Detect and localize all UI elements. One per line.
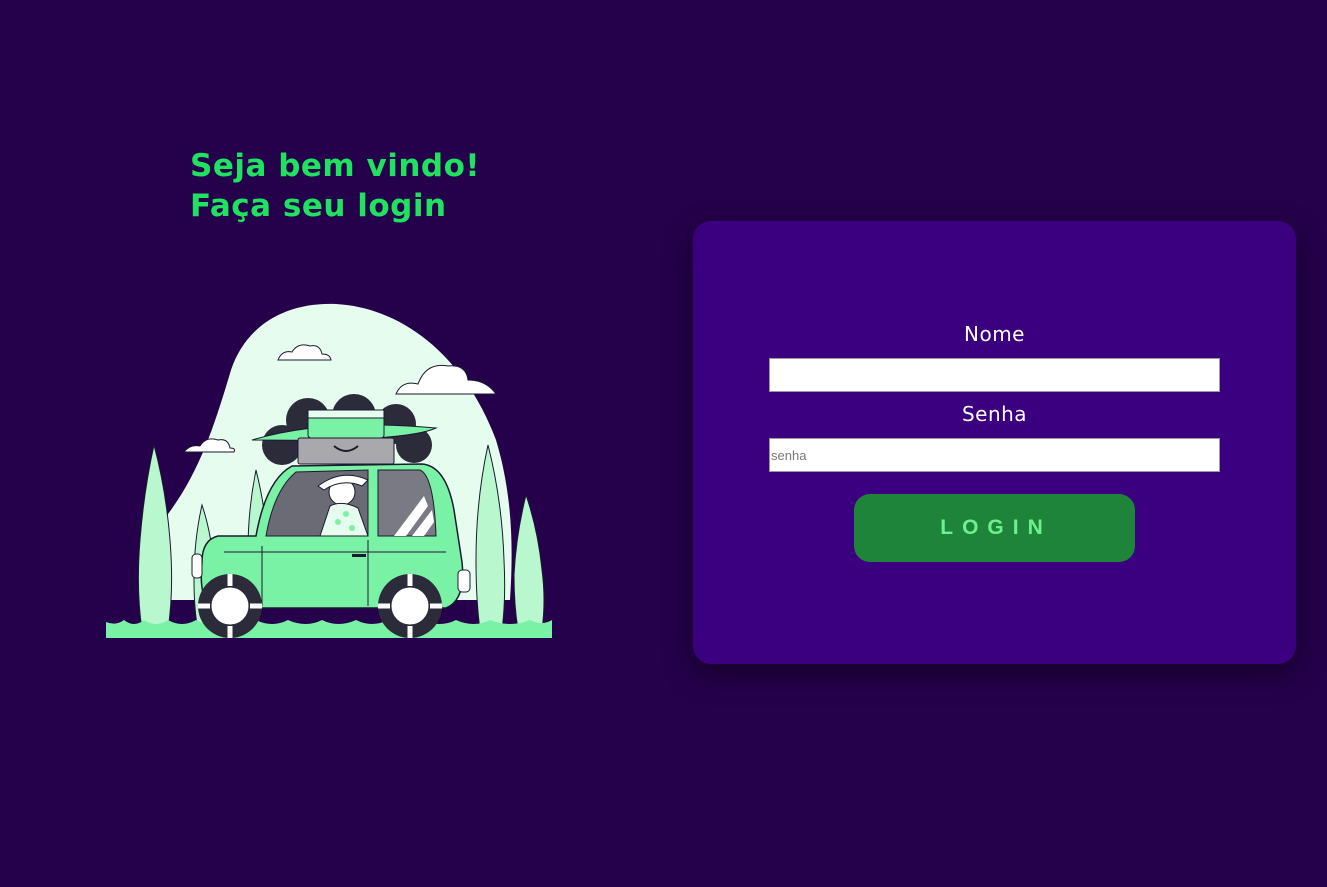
- travel-car-illustration: [106, 303, 552, 638]
- login-page: Seja bem vindo! Faça seu login Nome Senh…: [0, 0, 1327, 887]
- welcome-line-1: Seja bem vindo!: [190, 148, 481, 184]
- password-label: Senha: [961, 402, 1028, 426]
- login-card: Nome Senha LOGIN: [693, 221, 1296, 664]
- name-input[interactable]: [769, 358, 1220, 392]
- welcome-line-2: Faça seu login: [190, 188, 447, 224]
- login-button[interactable]: LOGIN: [854, 494, 1135, 562]
- password-input[interactable]: [769, 438, 1220, 472]
- name-label: Nome: [964, 322, 1025, 346]
- welcome-heading: Seja bem vindo! Faça seu login: [190, 146, 480, 226]
